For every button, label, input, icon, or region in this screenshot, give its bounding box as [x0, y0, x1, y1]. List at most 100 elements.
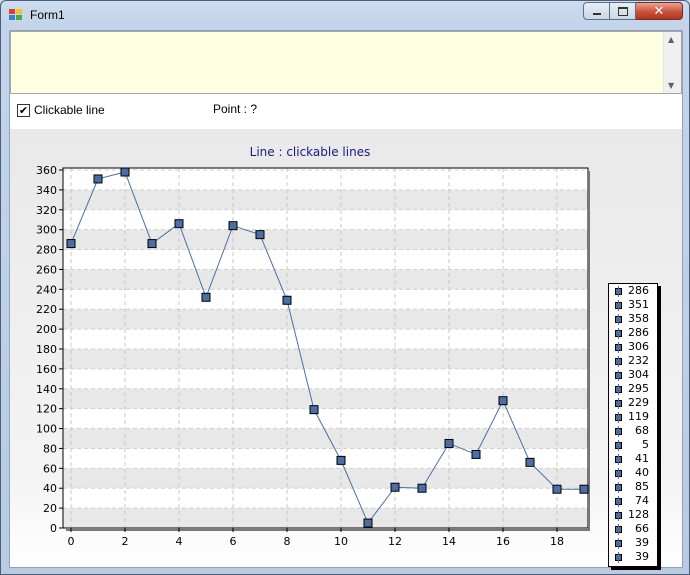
legend-marker-icon — [615, 412, 622, 423]
scroll-down-icon[interactable]: ▼ — [668, 81, 674, 90]
data-point-marker[interactable] — [120, 167, 130, 177]
legend-marker-icon — [615, 468, 622, 479]
legend-item: 306 — [609, 340, 657, 354]
grid-band — [63, 309, 588, 330]
legend-item: 39 — [609, 550, 657, 564]
legend-marker-icon — [615, 524, 622, 535]
data-point-marker[interactable] — [552, 484, 562, 494]
legend-value: 229 — [628, 396, 649, 409]
x-tick-label: 14 — [442, 535, 456, 548]
legend-marker-icon — [615, 482, 622, 493]
legend-value: 74 — [635, 494, 649, 507]
legend-marker-icon — [615, 286, 622, 297]
legend-value: 128 — [628, 508, 649, 521]
x-tick-label: 10 — [334, 535, 348, 548]
legend-marker-icon — [615, 538, 622, 549]
data-point-marker[interactable] — [498, 396, 508, 406]
data-point-marker[interactable] — [255, 230, 265, 240]
legend-value: 304 — [628, 368, 649, 381]
line-chart[interactable]: Line : clickable lines 02040608010012014… — [10, 129, 682, 567]
point-label: Point : ? — [213, 102, 258, 116]
grid-band — [63, 468, 588, 489]
x-tick-label: 2 — [122, 535, 129, 548]
clickable-line-label[interactable]: Clickable line — [34, 103, 105, 117]
x-tick-label: 16 — [496, 535, 510, 548]
legend-item: 68 — [609, 424, 657, 438]
legend-marker-icon — [615, 370, 622, 381]
legend-value: 119 — [628, 410, 649, 423]
y-tick-label: 300 — [36, 224, 57, 237]
legend-value: 66 — [635, 522, 649, 535]
data-point-marker[interactable] — [93, 174, 103, 184]
data-point-marker[interactable] — [309, 405, 319, 415]
data-point-marker[interactable] — [282, 295, 292, 305]
legend-marker-icon — [615, 510, 622, 521]
data-point-marker[interactable] — [471, 449, 481, 459]
close-button[interactable]: ✕ — [636, 2, 683, 20]
legend-item: 295 — [609, 382, 657, 396]
data-point-marker[interactable] — [444, 438, 454, 448]
x-tick-label: 6 — [230, 535, 237, 548]
legend-value: 232 — [628, 354, 649, 367]
caption-buttons: ✕ — [583, 2, 683, 22]
legend-item: 40 — [609, 466, 657, 480]
data-point-marker[interactable] — [525, 457, 535, 467]
y-tick-label: 20 — [43, 502, 57, 515]
legend-marker-icon — [615, 496, 622, 507]
legend-item: 351 — [609, 298, 657, 312]
legend-marker-icon — [615, 300, 622, 311]
checkmark-icon: ✔ — [18, 104, 29, 117]
minimize-icon — [592, 12, 601, 15]
title-bar[interactable]: Form1 ✕ — [1, 1, 689, 29]
data-point-marker[interactable] — [201, 292, 211, 302]
legend-item: 358 — [609, 312, 657, 326]
legend-marker-icon — [615, 440, 622, 451]
data-point-marker[interactable] — [336, 455, 346, 465]
x-tick-label: 4 — [176, 535, 183, 548]
data-point-marker[interactable] — [174, 219, 184, 229]
legend-value: 85 — [635, 480, 649, 493]
y-tick-label: 320 — [36, 204, 57, 217]
data-point-marker[interactable] — [66, 239, 76, 249]
data-point-marker[interactable] — [390, 482, 400, 492]
form-client-area: ▲ ▼ ✔ Clickable line Point : ? Line : cl… — [9, 30, 683, 568]
y-tick-label: 360 — [36, 164, 57, 177]
data-point-marker[interactable] — [417, 483, 427, 493]
legend-item: 39 — [609, 536, 657, 550]
legend-item: 119 — [609, 410, 657, 424]
maximize-button[interactable] — [610, 2, 636, 20]
grid-band — [63, 388, 588, 409]
log-textbox[interactable]: ▲ ▼ — [10, 31, 682, 94]
data-point-marker[interactable] — [579, 484, 589, 494]
y-tick-label: 140 — [36, 383, 57, 396]
legend-value: 351 — [628, 298, 649, 311]
chart-legend: 286 351 358 286 306 232 304 295 229 119 68 5 41 40 85 7… — [608, 283, 658, 567]
x-tick-label: 8 — [284, 535, 291, 548]
main-window: Form1 ✕ ▲ ▼ ✔ Clickable line Point: ? L… — [0, 0, 690, 575]
data-point-marker[interactable] — [363, 518, 373, 528]
legend-item: 232 — [609, 354, 657, 368]
legend-marker-icon — [615, 342, 622, 353]
legend-marker-icon — [615, 314, 622, 325]
legend-item: 41 — [609, 452, 657, 466]
chart-panel[interactable]: Line : clickable lines 0 20 40 60 80 100 120 14… — [10, 129, 682, 567]
y-tick-label: 40 — [43, 482, 57, 495]
y-tick-label: 280 — [36, 244, 57, 257]
legend-value: 286 — [628, 326, 649, 339]
data-point-marker[interactable] — [228, 221, 238, 231]
legend-marker-icon — [615, 384, 622, 395]
minimize-button[interactable] — [583, 2, 610, 20]
legend-item: 286 — [609, 326, 657, 340]
scroll-up-icon[interactable]: ▲ — [668, 35, 674, 44]
legend-marker-icon — [615, 328, 622, 339]
data-point-marker[interactable] — [147, 239, 157, 249]
legend-value: 41 — [635, 452, 649, 465]
legend-value: 39 — [635, 536, 649, 549]
y-tick-label: 340 — [36, 184, 57, 197]
close-icon: ✕ — [653, 3, 665, 19]
y-tick-label: 180 — [36, 343, 57, 356]
clickable-line-checkbox[interactable]: ✔ — [17, 104, 30, 117]
legend-marker-icon — [615, 398, 622, 409]
log-textbox-scrollbar[interactable]: ▲ ▼ — [663, 32, 681, 93]
legend-marker-icon — [615, 356, 622, 367]
